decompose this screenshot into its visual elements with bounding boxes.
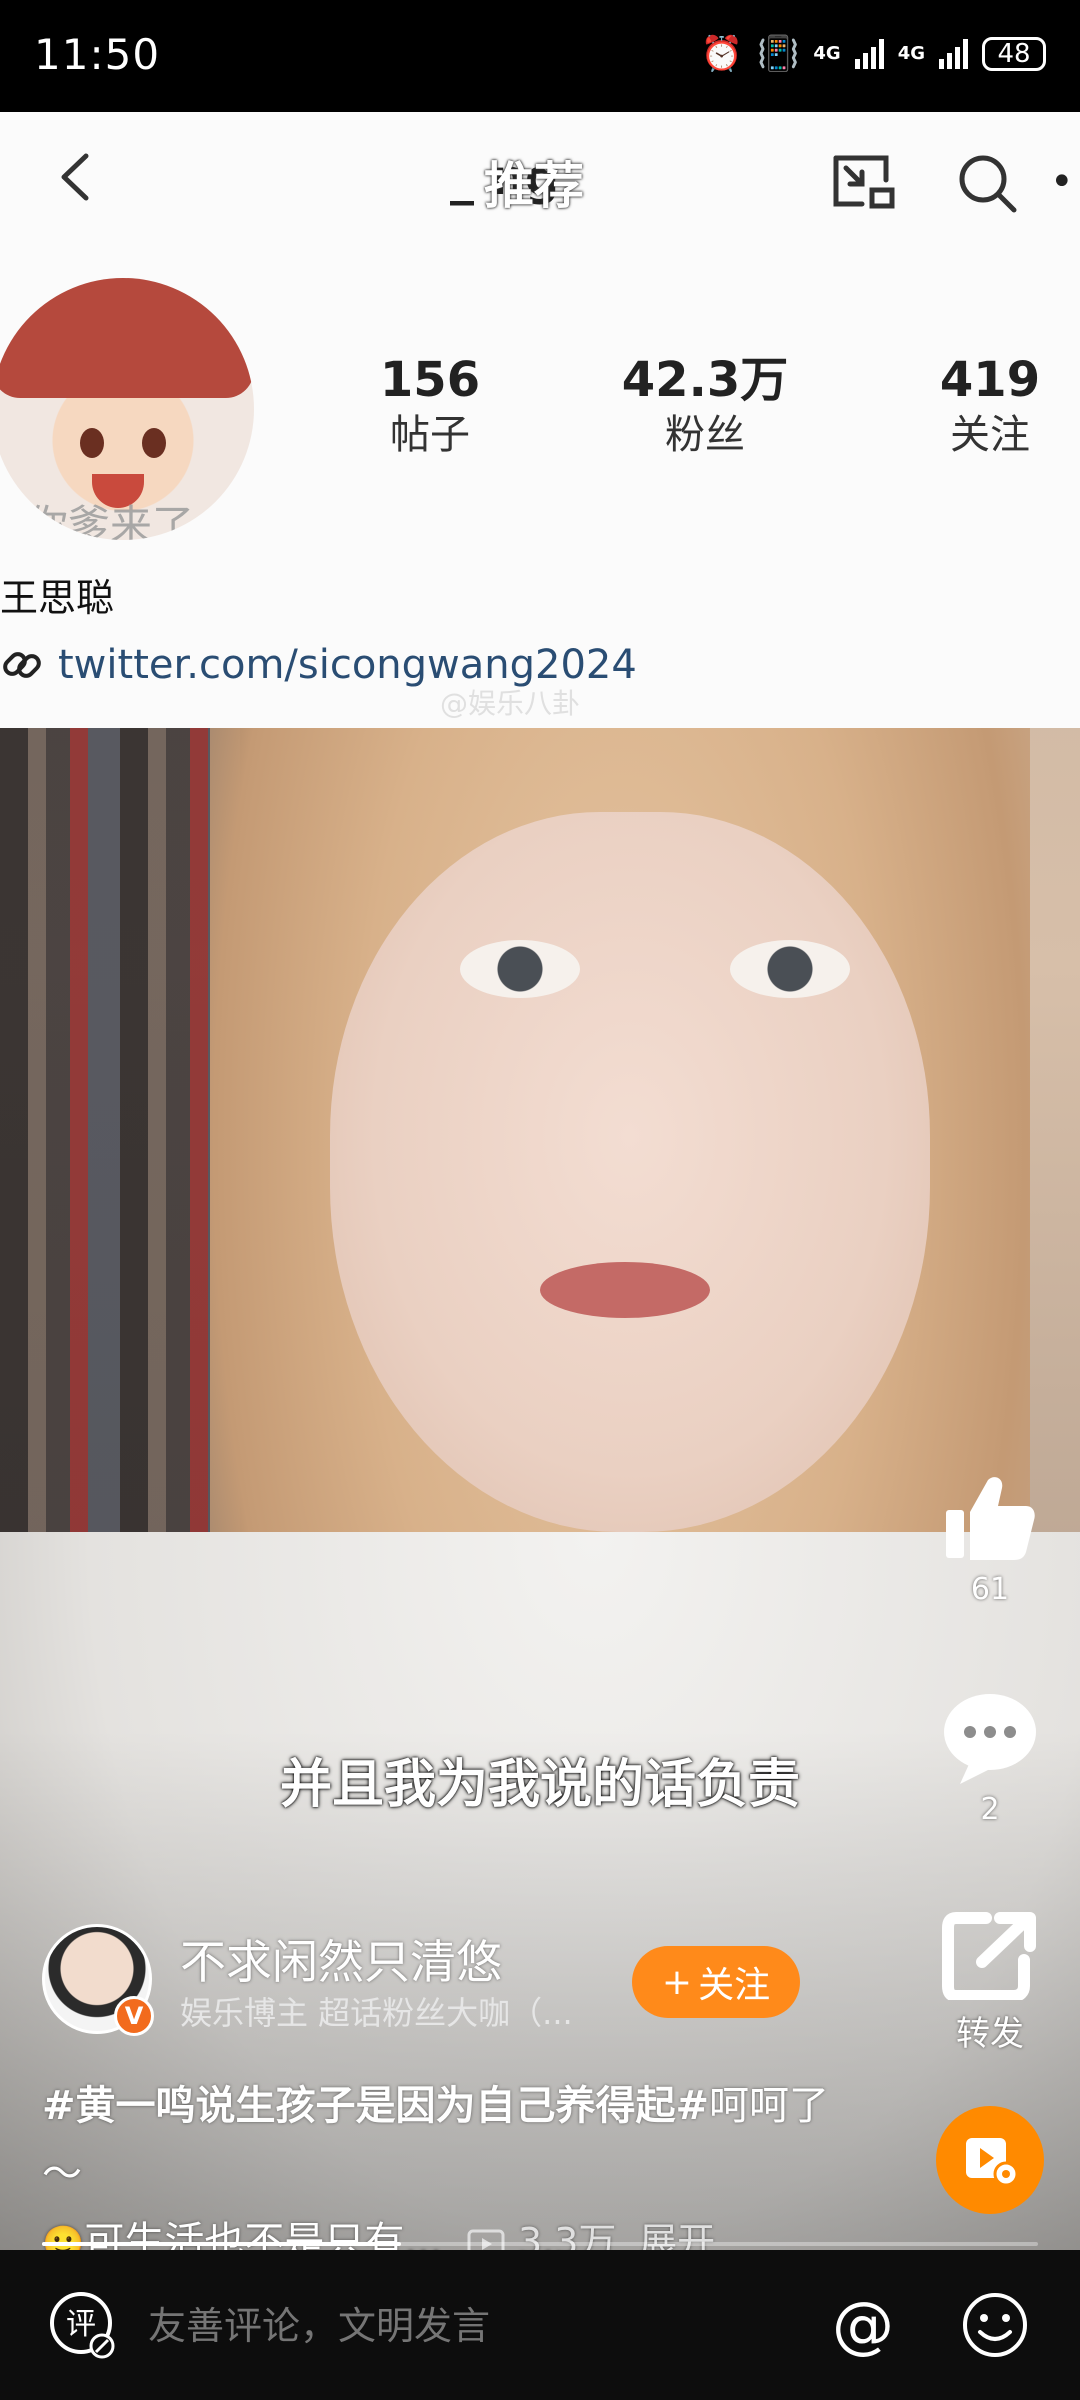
battery-icon: 48 bbox=[982, 37, 1046, 71]
comment-icon-char: 评 bbox=[66, 2307, 96, 2342]
screen: 11:50 ⏰ 📳 4G 4G 48 _ ng 推荐 • 你爹来了 156 帖子… bbox=[0, 0, 1080, 2400]
post-hashtag[interactable]: #黄一鸣说生孩子是因为自己养得起# bbox=[42, 2083, 709, 2129]
network-label-1: 4G bbox=[813, 43, 841, 64]
plus-icon: + bbox=[661, 1961, 693, 2003]
stat-followers-value: 42.3万 bbox=[621, 352, 789, 408]
comment-button[interactable]: 2 bbox=[920, 1690, 1060, 1827]
comment-bubble-icon bbox=[944, 1694, 1036, 1784]
mention-icon[interactable]: @ bbox=[832, 2292, 894, 2358]
stat-following-label: 关注 bbox=[950, 412, 1030, 458]
like-count: 61 bbox=[970, 1572, 1010, 1607]
emoji-icon[interactable] bbox=[960, 2290, 1030, 2360]
network-label-2: 4G bbox=[897, 43, 925, 64]
video-subject-lips bbox=[540, 1262, 710, 1318]
avatar-eye-right bbox=[142, 428, 166, 458]
video-play-icon bbox=[966, 2138, 1019, 2187]
stat-followers[interactable]: 42.3万 粉丝 bbox=[600, 350, 810, 460]
profile-avatar[interactable]: 你爹来了 bbox=[0, 278, 254, 540]
picture-in-picture-icon[interactable] bbox=[830, 152, 896, 212]
stat-following[interactable]: 419 关注 bbox=[930, 350, 1050, 460]
video-subject-face bbox=[330, 812, 930, 1532]
watermark: @娱乐八卦 bbox=[440, 687, 581, 720]
signal-icon bbox=[854, 39, 884, 69]
thumbs-up-icon bbox=[946, 1477, 1035, 1560]
profile-card: _ ng 推荐 • 你爹来了 156 帖子 42.3万 粉丝 419 关注 王思… bbox=[0, 112, 1080, 728]
follow-button[interactable]: + 关注 bbox=[632, 1946, 800, 2018]
status-icons: ⏰ 📳 4G 4G 48 bbox=[701, 34, 1046, 74]
share-label: 转发 bbox=[956, 2014, 1024, 2054]
video-float-button[interactable] bbox=[936, 2106, 1044, 2214]
signal-icon-2 bbox=[939, 39, 968, 69]
stat-followers-label: 粉丝 bbox=[665, 412, 745, 458]
avatar-eye-left bbox=[80, 428, 104, 458]
stat-posts-label: 帖子 bbox=[390, 412, 470, 458]
profile-name: 王思聪 bbox=[0, 576, 115, 620]
avatar-caption: 你爹来了 bbox=[26, 501, 195, 540]
video-progress[interactable] bbox=[42, 2242, 1038, 2246]
link-icon bbox=[3, 652, 41, 678]
back-icon[interactable] bbox=[50, 150, 104, 204]
author-description: 娱乐博主 超话粉丝大咖（... bbox=[180, 1994, 573, 2032]
verified-badge: V bbox=[114, 1996, 154, 2036]
card-header: _ ng 推荐 • bbox=[0, 112, 1080, 242]
avatar-hat bbox=[0, 278, 254, 398]
share-icon bbox=[942, 1912, 1036, 2000]
stat-posts[interactable]: 156 帖子 bbox=[370, 350, 490, 460]
video-subject-eye-right bbox=[730, 940, 850, 998]
status-bar: 11:50 ⏰ 📳 4G 4G 48 bbox=[0, 0, 1080, 112]
status-time: 11:50 bbox=[34, 30, 161, 79]
more-icon[interactable]: • bbox=[1050, 162, 1076, 202]
search-icon[interactable] bbox=[956, 152, 1018, 214]
stat-following-value: 419 bbox=[939, 352, 1041, 408]
video-subject-eye-left bbox=[460, 940, 580, 998]
comment-bar: 评 @ bbox=[0, 2250, 1080, 2400]
page-title[interactable]: 推荐 bbox=[484, 146, 584, 218]
video-progress-fill bbox=[42, 2242, 401, 2246]
alarm-icon: ⏰ bbox=[700, 34, 744, 74]
follow-label: 关注 bbox=[698, 1965, 771, 2006]
like-button[interactable]: 61 bbox=[920, 1470, 1060, 1607]
comment-count: 2 bbox=[980, 1792, 1000, 1827]
comment-edit-icon[interactable]: 评 bbox=[48, 2290, 118, 2360]
author-name[interactable]: 不求闲然只清悠 bbox=[180, 1926, 502, 1992]
post-line-1: #黄一鸣说生孩子是因为自己养得起#呵呵了～ bbox=[42, 2072, 862, 2208]
video-subtitle: 并且我为我说的话负责 bbox=[279, 1755, 800, 1815]
share-button[interactable]: 转发 bbox=[920, 1910, 1060, 2055]
comment-input[interactable] bbox=[148, 2302, 788, 2352]
stat-posts-value: 156 bbox=[379, 352, 481, 408]
post-text[interactable]: #黄一鸣说生孩子是因为自己养得起#呵呵了～ 🙂可生活也不是只有... 3.3万 … bbox=[42, 2072, 862, 2278]
vibrate-icon: 📳 bbox=[757, 34, 800, 74]
